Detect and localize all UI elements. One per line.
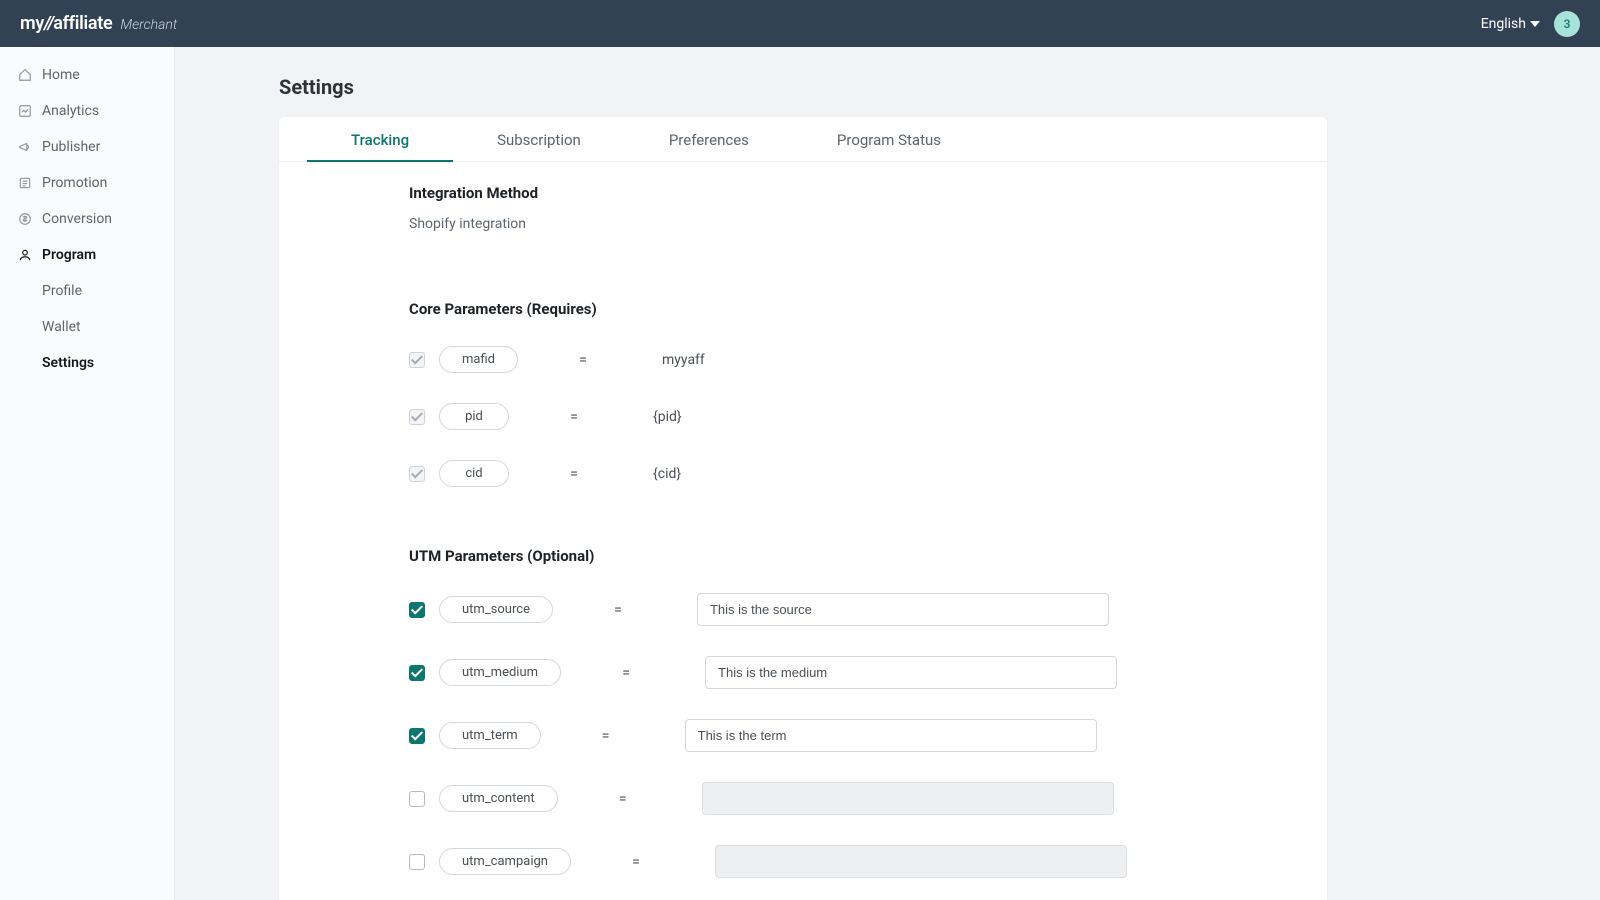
tab-tracking[interactable]: Tracking [307,117,453,161]
equals-sign: = [587,665,665,681]
param-value: {pid} [653,409,682,425]
utm-params-heading: UTM Parameters (Optional) [409,547,1197,565]
sidebar-item-promotion[interactable]: Promotion [0,165,174,201]
param-value: {cid} [653,466,681,482]
core-param-row: cid = {cid} [409,460,1197,487]
sidebar-item-label: Conversion [42,211,112,227]
header-right: English 3 [1481,11,1580,37]
core-param-row: mafid = myyaff [409,346,1197,373]
megaphone-icon [18,140,32,154]
core-param-row: pid = {pid} [409,403,1197,430]
utm-param-row: utm_medium = [409,656,1197,689]
integration-value: Shopify integration [409,216,1197,232]
brand-sub: Merchant [120,17,177,33]
param-value: myyaff [662,352,705,368]
sidebar-sub-settings[interactable]: Settings [0,345,174,381]
utm-param-row: utm_term = [409,719,1197,752]
utm-param-row: utm_campaign = [409,845,1197,878]
sidebar-item-label: Analytics [42,103,99,119]
sidebar-item-label: Home [42,67,80,83]
checkbox-utm-medium[interactable] [409,665,425,681]
user-icon [18,248,32,262]
sidebar-sub-wallet[interactable]: Wallet [0,309,174,345]
checkbox-utm-term[interactable] [409,728,425,744]
brand-main: my//affiliate [20,13,112,34]
equals-sign: = [597,854,675,870]
checkbox-utm-source[interactable] [409,602,425,618]
utm-campaign-input [715,845,1127,878]
utm-medium-input[interactable] [705,656,1117,689]
chevron-down-icon [1530,21,1540,27]
equals-sign: = [567,728,645,744]
equals-sign: = [535,466,613,482]
language-label: English [1481,16,1526,32]
equals-sign: = [579,602,657,618]
utm-content-input [702,782,1114,815]
language-selector[interactable]: English [1481,16,1540,32]
app-header: my//affiliate Merchant English 3 [0,0,1600,47]
utm-term-input[interactable] [685,719,1097,752]
equals-sign: = [584,791,662,807]
sidebar-item-conversion[interactable]: Conversion [0,201,174,237]
utm-param-row: utm_source = [409,593,1197,626]
param-name-pill: pid [439,403,509,430]
equals-sign: = [535,409,613,425]
dollar-icon [18,212,32,226]
param-name-pill: cid [439,460,509,487]
sidebar-item-publisher[interactable]: Publisher [0,129,174,165]
avatar[interactable]: 3 [1554,11,1580,37]
checkbox-locked [409,409,425,425]
param-name-pill: utm_term [439,722,541,749]
tab-bar: Tracking Subscription Preferences Progra… [279,117,1327,162]
sidebar-item-label: Program [42,247,96,263]
param-name-pill: utm_content [439,785,558,812]
param-name-pill: utm_campaign [439,848,571,875]
param-name-pill: utm_source [439,596,553,623]
param-name-pill: utm_medium [439,659,561,686]
settings-card: Tracking Subscription Preferences Progra… [279,117,1327,900]
tab-content: Integration Method Shopify integration C… [279,162,1327,900]
page-title: Settings [279,75,1600,99]
checkbox-locked [409,466,425,482]
sidebar-item-program[interactable]: Program [0,237,174,273]
sidebar: Home Analytics Publisher Promotion Conve… [0,47,175,900]
utm-param-row: utm_content = [409,782,1197,815]
equals-sign: = [544,352,622,368]
brand-logo[interactable]: my//affiliate Merchant [20,13,177,34]
sidebar-item-label: Promotion [42,175,107,191]
home-icon [18,68,32,82]
integration-heading: Integration Method [409,184,1197,202]
tab-subscription[interactable]: Subscription [453,117,625,161]
sidebar-item-analytics[interactable]: Analytics [0,93,174,129]
core-params-heading: Core Parameters (Requires) [409,300,1197,318]
checkbox-utm-content[interactable] [409,791,425,807]
list-icon [18,176,32,190]
sidebar-item-label: Publisher [42,139,100,155]
checkbox-locked [409,352,425,368]
sidebar-item-home[interactable]: Home [0,57,174,93]
param-name-pill: mafid [439,346,518,373]
tab-program-status[interactable]: Program Status [793,117,985,161]
utm-source-input[interactable] [697,593,1109,626]
checkbox-utm-campaign[interactable] [409,854,425,870]
chart-icon [18,104,32,118]
tab-preferences[interactable]: Preferences [625,117,793,161]
sidebar-sub-profile[interactable]: Profile [0,273,174,309]
main-content: Settings Tracking Subscription Preferenc… [175,47,1600,900]
